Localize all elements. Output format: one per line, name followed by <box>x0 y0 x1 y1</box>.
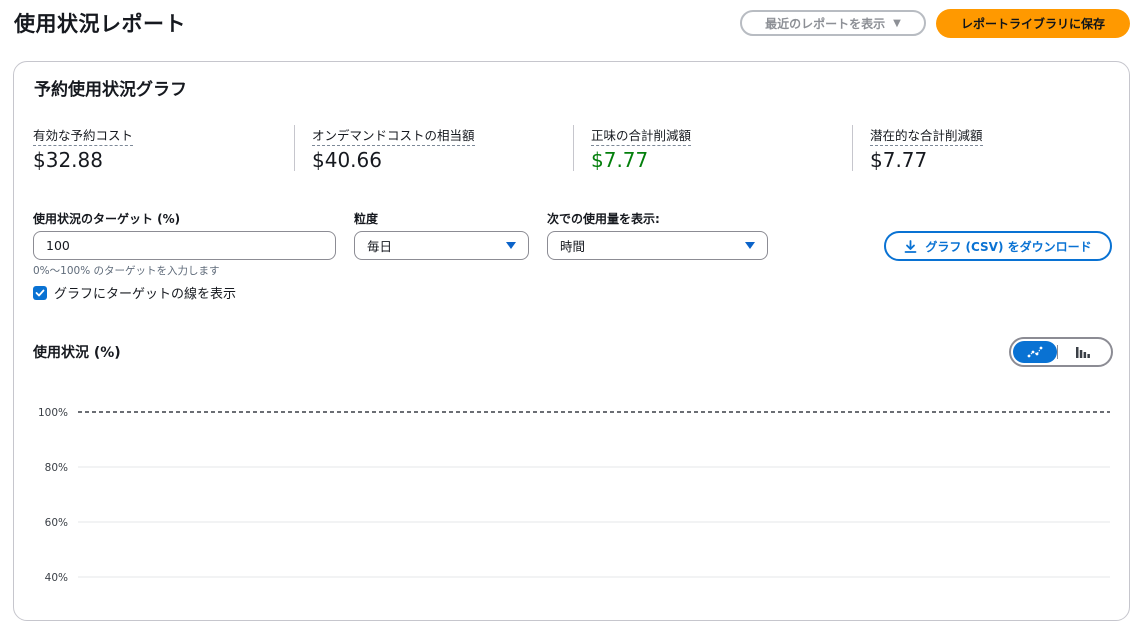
metric-label[interactable]: 潜在的な合計削減額 <box>870 125 983 146</box>
show-usage-by-value: 時間 <box>560 239 586 254</box>
granularity-label: 粒度 <box>354 212 379 226</box>
target-hint: 0%～100% のターゲットを入力します <box>33 265 220 277</box>
metric-value: $7.77 <box>591 148 649 172</box>
line-chart-icon <box>1027 346 1043 358</box>
target-field-label: 使用状況のターゲット (%) <box>33 212 181 226</box>
metric-label[interactable]: オンデマンドコストの相当額 <box>312 125 475 146</box>
y-tick-label: 80% <box>45 462 68 474</box>
card-title: 予約使用状況グラフ <box>34 80 187 100</box>
dropdown-caret-icon <box>506 242 516 249</box>
line-chart-toggle[interactable] <box>1013 341 1057 363</box>
chart-type-toggle <box>1009 337 1113 367</box>
metric-divider <box>573 125 574 171</box>
metric-label[interactable]: 正味の合計削減額 <box>591 125 692 146</box>
bar-chart-icon <box>1076 347 1091 358</box>
metric-on-demand-cost: オンデマンドコストの相当額 $40.66 <box>312 125 475 172</box>
y-tick-label: 60% <box>45 517 68 529</box>
usage-graph-card: 予約使用状況グラフ 有効な予約コスト $32.88 オンデマンドコストの相当額 … <box>13 61 1130 621</box>
show-usage-by-label: 次での使用量を表示: <box>547 212 660 226</box>
metric-label[interactable]: 有効な予約コスト <box>33 125 134 146</box>
metric-divider <box>852 125 853 171</box>
show-target-line-row: グラフにターゲットの線を表示 <box>33 283 236 302</box>
dropdown-caret-icon <box>745 242 755 249</box>
recent-reports-button[interactable]: 最近のレポートを表示 ▼ <box>740 10 926 36</box>
download-csv-button[interactable]: グラフ (CSV) をダウンロード <box>884 231 1112 261</box>
target-input[interactable]: 100 <box>33 231 336 260</box>
page-title: 使用状況レポート <box>14 12 186 36</box>
metric-value: $32.88 <box>33 148 103 172</box>
y-tick-label: 40% <box>45 572 68 584</box>
metric-net-savings: 正味の合計削減額 $7.77 <box>591 125 692 172</box>
metric-value: $7.77 <box>870 148 928 172</box>
checkmark-icon <box>35 289 45 296</box>
show-usage-by-select[interactable]: 時間 <box>547 231 768 260</box>
usage-section-title: 使用状況 (%) <box>33 345 121 361</box>
show-target-line-label: グラフにターゲットの線を表示 <box>54 287 237 302</box>
y-tick-label: 100% <box>38 407 68 419</box>
bar-chart-toggle[interactable] <box>1058 341 1109 363</box>
save-to-library-button[interactable]: レポートライブラリに保存 <box>936 9 1130 38</box>
recent-reports-label: 最近のレポートを表示 <box>765 16 886 31</box>
granularity-select[interactable]: 毎日 <box>354 231 529 260</box>
download-icon <box>904 239 917 253</box>
caret-down-icon: ▼ <box>893 17 901 29</box>
metric-value: $40.66 <box>312 148 382 172</box>
granularity-value: 毎日 <box>367 239 393 254</box>
metric-divider <box>294 125 295 171</box>
show-target-line-checkbox[interactable] <box>33 285 47 300</box>
usage-chart: 100% 80% 60% 40% <box>38 407 1110 584</box>
metric-effective-cost: 有効な予約コスト $32.88 <box>33 125 134 172</box>
metric-potential-savings: 潜在的な合計削減額 $7.77 <box>870 125 983 172</box>
download-label: グラフ (CSV) をダウンロード <box>925 239 1092 254</box>
